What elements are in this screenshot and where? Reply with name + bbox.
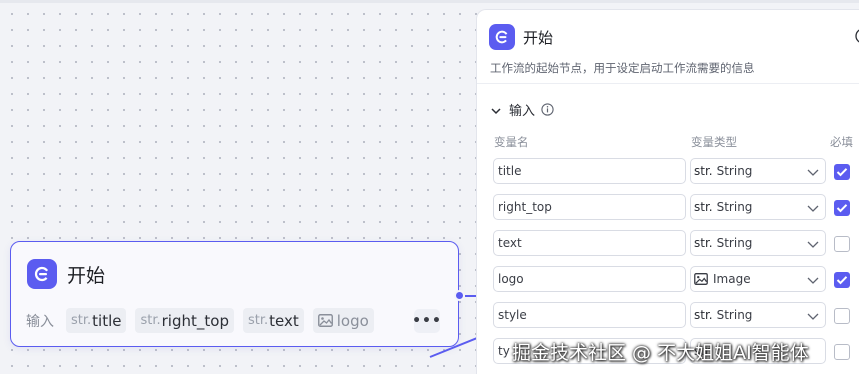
node-header: 开始 — [27, 259, 105, 289]
variable-type-select[interactable]: str. String — [690, 230, 826, 256]
required-checkbox[interactable] — [834, 164, 850, 180]
column-header-type: 变量类型 — [691, 135, 737, 149]
type-prefix: str. — [694, 236, 713, 250]
required-checkbox[interactable] — [834, 272, 850, 288]
chip-name: right_top — [161, 311, 229, 330]
watermark: 掘金技术社区 @ 不大姐姐AI智能体 — [512, 342, 809, 364]
panel-header: 开始 — [489, 24, 553, 50]
type-value: String — [716, 200, 753, 214]
variable-name-input[interactable]: text — [493, 230, 686, 256]
panel-divider — [477, 83, 859, 84]
type-value: String — [716, 308, 753, 322]
image-icon — [694, 273, 708, 285]
help-icon[interactable] — [854, 28, 859, 48]
input-section-header[interactable]: 输入 — [491, 100, 554, 119]
required-checkbox[interactable] — [834, 236, 850, 252]
panel-title: 开始 — [523, 28, 554, 47]
column-header-required: 必填 — [830, 135, 853, 149]
node-title: 开始 — [67, 264, 106, 287]
more-options-button[interactable]: ••• — [412, 309, 441, 333]
required-checkbox[interactable] — [834, 308, 850, 324]
variable-type-select[interactable]: str. String — [690, 158, 826, 184]
input-chip-logo: logo — [312, 308, 374, 333]
type-prefix: str. — [694, 200, 713, 214]
chip-name: text — [269, 311, 299, 330]
chip-prefix: str. — [140, 313, 161, 328]
variable-name-input[interactable]: right_top — [493, 194, 686, 220]
variable-type-select[interactable]: Image — [690, 266, 826, 292]
info-icon[interactable] — [541, 103, 554, 116]
chevron-down-icon[interactable] — [491, 100, 501, 119]
start-logo-icon — [489, 24, 515, 50]
start-node[interactable]: 开始 输入 str. title str. right_top str. text l… — [10, 241, 459, 347]
variable-name-input[interactable]: style — [493, 302, 686, 328]
variable-type-select[interactable]: str. String — [690, 194, 826, 220]
start-logo-icon — [27, 259, 57, 289]
variable-name-input[interactable]: logo — [493, 266, 686, 292]
chevron-down-icon — [807, 238, 819, 252]
chip-prefix: str. — [71, 313, 92, 328]
node-output-handle[interactable] — [454, 290, 465, 301]
input-section-label: 输入 — [509, 104, 536, 119]
canvas-top-border — [0, 0, 859, 3]
required-checkbox[interactable] — [834, 344, 850, 360]
panel-description: 工作流的起始节点，用于设定启动工作流需要的信息 — [490, 61, 755, 75]
input-chip-title: str. title — [66, 308, 127, 333]
type-prefix: str. — [694, 308, 713, 322]
input-chip-right-top: str. right_top — [135, 308, 234, 333]
required-checkbox[interactable] — [834, 200, 850, 216]
chevron-down-icon — [807, 202, 819, 216]
type-prefix: str. — [694, 164, 713, 178]
chevron-down-icon — [807, 166, 819, 180]
chevron-down-icon — [807, 274, 819, 288]
node-settings-panel: 开始 工作流的起始节点，用于设定启动工作流需要的信息 输入 变量名 变量类型 必… — [476, 9, 859, 374]
type-value: String — [716, 164, 753, 178]
type-value: Image — [713, 272, 751, 286]
node-input-label: 输入 — [26, 313, 54, 330]
image-icon — [317, 314, 333, 327]
chevron-down-icon — [807, 310, 819, 324]
column-header-name: 变量名 — [494, 135, 529, 149]
input-chip-text: str. text — [242, 308, 304, 333]
node-inputs: 输入 str. title str. right_top str. text logo — [26, 308, 383, 333]
chip-prefix: str. — [247, 313, 269, 328]
chip-name: logo — [336, 311, 369, 330]
variable-type-select[interactable]: str. String — [690, 302, 826, 328]
chip-name: title — [92, 311, 122, 330]
type-value: String — [716, 236, 753, 250]
variable-name-input[interactable]: title — [493, 158, 686, 184]
